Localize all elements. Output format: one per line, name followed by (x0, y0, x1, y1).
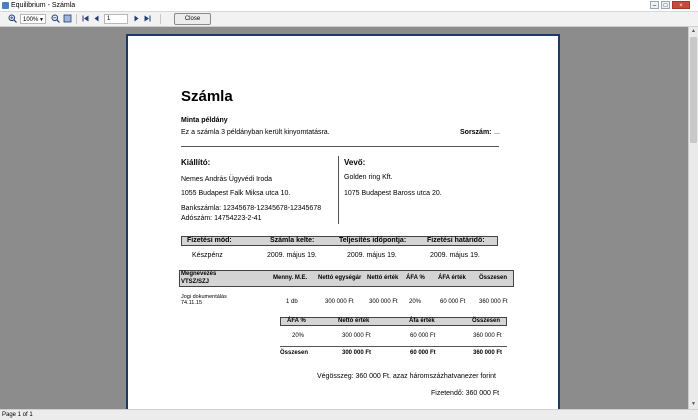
payment-header: Fizetési határidő: (427, 237, 485, 244)
next-page-icon[interactable] (132, 14, 141, 24)
scroll-up-icon[interactable]: ▲ (689, 27, 698, 36)
fit-page-icon[interactable] (63, 14, 72, 24)
payment-value: 2009. május 19. (347, 252, 397, 259)
payment-header: Számla kelte: (270, 237, 315, 244)
payment-header: Fizetési mód: (187, 237, 232, 244)
minimize-button[interactable]: – (650, 1, 659, 9)
payment-value: Készpénz (192, 252, 223, 259)
invoice-subtitle: Minta példány (181, 117, 228, 124)
items-header-code: VTSZ/SZJ (181, 279, 210, 285)
payable-amount: Fizetendő: 360 000 Ft (431, 390, 500, 397)
zoom-in-icon[interactable] (8, 14, 17, 24)
item-vat: 20% (409, 299, 422, 305)
vertical-scrollbar[interactable]: ▲ ▼ (688, 27, 698, 409)
summary-cell: 360 000 Ft (473, 333, 502, 339)
payment-value: 2009. május 19. (430, 252, 480, 259)
previous-page-icon[interactable] (92, 14, 101, 24)
column-divider (338, 156, 339, 224)
summary-header: Áfa érték (409, 318, 435, 324)
invoice-page: Számla Minta példány Ez a számla 3 példá… (126, 34, 560, 409)
toolbar-separator (76, 14, 77, 24)
app-icon (2, 2, 9, 9)
chevron-down-icon: ▼ (39, 17, 44, 23)
status-bar: Page 1 of 1 (0, 409, 698, 420)
maximize-button[interactable]: □ (661, 1, 670, 9)
summary-total-cell: 360 000 Ft (473, 350, 503, 356)
serial-value: ... (494, 129, 500, 136)
copies-note: Ez a számla 3 példányban került kinyomta… (181, 129, 330, 136)
items-header-name: Megnevezés (181, 271, 217, 277)
item-total: 360 000 Ft (479, 299, 508, 305)
items-header-net: Nettó érték (367, 275, 399, 281)
window-title: Equilibrium - Számla (11, 2, 76, 9)
issuer-bank: Bankszámla: 12345678-12345678-12345678 (181, 205, 322, 212)
issuer-heading: Kiállító: (181, 158, 211, 167)
scroll-thumb[interactable] (690, 37, 697, 143)
buyer-heading: Vevő: (344, 158, 366, 167)
issuer-name: Nemes András Ügyvédi Iroda (181, 176, 273, 183)
title-bar: Equilibrium - Számla – □ × (0, 0, 698, 12)
page-info: Page 1 of 1 (2, 412, 33, 418)
summary-total-cell: 60 000 Ft (410, 350, 436, 356)
close-button[interactable]: Close (174, 13, 211, 25)
summary-header: ÁFA % (287, 318, 306, 324)
issuer-address: 1055 Budapest Falk Miksa utca 10. (181, 190, 291, 197)
item-code: 74.11.15 (181, 300, 203, 306)
issuer-tax: Adószám: 14754223-2-41 (181, 215, 262, 222)
zoom-select[interactable]: 100% ▼ (20, 14, 46, 24)
grand-total: Végösszeg: 360 000 Ft. azaz háromszázhat… (317, 373, 496, 380)
page-number-input[interactable]: 1 (104, 14, 128, 24)
summary-cell: 300 000 Ft (342, 333, 371, 339)
scroll-down-icon[interactable]: ▼ (689, 400, 698, 409)
divider (181, 146, 499, 147)
toolbar-separator (160, 14, 161, 24)
summary-divider (280, 346, 507, 347)
items-header-qty: Menny. M.E. (273, 275, 308, 281)
item-qty: 1 db (286, 299, 298, 305)
payment-value: 2009. május 19. (267, 252, 317, 259)
item-vat-value: 60 000 Ft (440, 299, 466, 305)
summary-total-cell: Összesen (280, 350, 309, 356)
serial-label: Sorszám: (460, 129, 492, 136)
buyer-address: 1075 Budapest Baross utca 20. (344, 190, 442, 197)
toolbar: 100% ▼ 1 Close (0, 12, 698, 27)
buyer-name: Golden ring Kft. (344, 174, 393, 181)
items-header-vat-value: ÁFA érték (438, 275, 466, 281)
summary-total-cell: 300 000 Ft (342, 350, 372, 356)
zoom-out-icon[interactable] (51, 14, 60, 24)
invoice-title: Számla (181, 88, 233, 105)
item-unit-price: 300 000 Ft (325, 299, 354, 305)
items-header-unit-price: Nettó egységár (318, 275, 362, 281)
payment-header: Teljesítés időpontja: (339, 237, 407, 244)
item-net: 300 000 Ft (369, 299, 398, 305)
summary-cell: 20% (292, 333, 305, 339)
first-page-icon[interactable] (81, 14, 90, 24)
items-header-vat: ÁFA % (406, 275, 425, 281)
zoom-value: 100% (23, 17, 39, 23)
summary-header: Összesen (472, 318, 501, 324)
summary-cell: 60 000 Ft (410, 333, 436, 339)
last-page-icon[interactable] (143, 14, 152, 24)
window-close-button[interactable]: × (672, 1, 690, 9)
summary-header: Nettó érték (338, 318, 370, 324)
items-header-total: Összesen (479, 275, 508, 281)
document-viewport[interactable]: Számla Minta példány Ez a számla 3 példá… (0, 27, 688, 409)
